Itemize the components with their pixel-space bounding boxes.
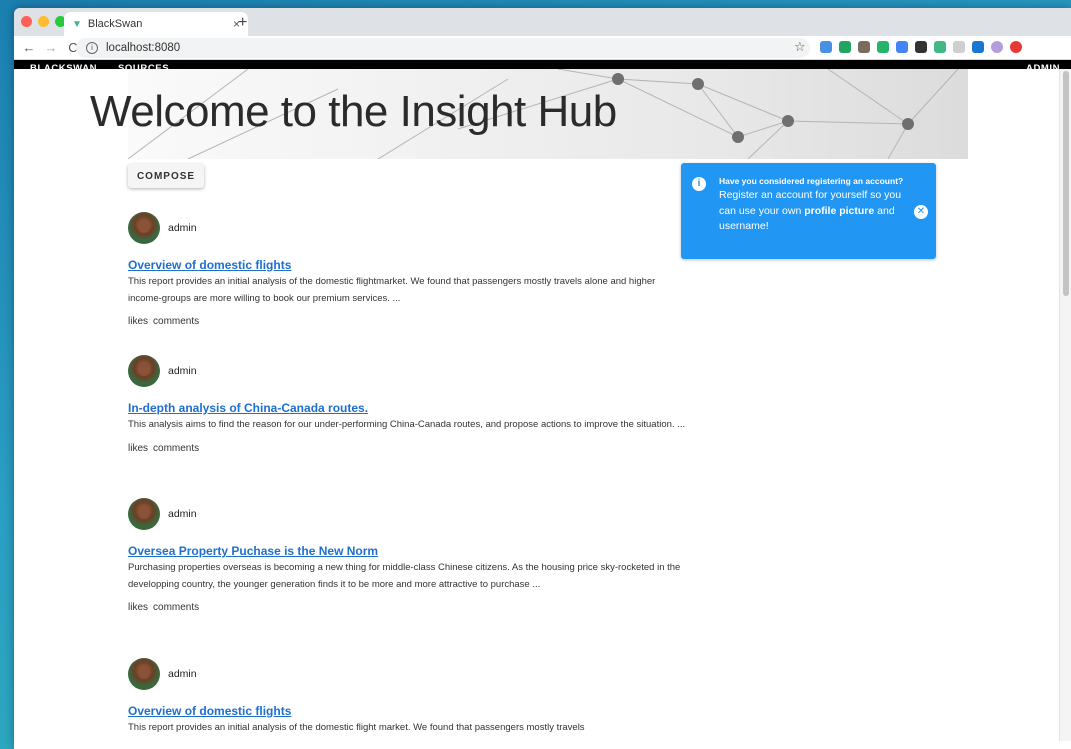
avatar[interactable] [128, 658, 160, 690]
window-controls [21, 16, 66, 27]
back-button[interactable]: ← [22, 40, 36, 55]
extension-icon[interactable] [877, 41, 889, 53]
info-icon[interactable]: i [86, 42, 98, 54]
scrollbar-thumb[interactable] [1063, 71, 1069, 296]
extension-icon[interactable] [972, 41, 984, 53]
post-meta: likes comments [128, 602, 688, 613]
extensions-toolbar [820, 41, 1022, 53]
alert-heading: Have you considered registering an accou… [719, 176, 904, 186]
vue-logo-icon: ▼ [72, 18, 82, 30]
url-text: localhost:8080 [106, 42, 181, 54]
post-meta: likes comments [128, 316, 688, 327]
extension-icon[interactable] [839, 41, 851, 53]
tab-title: BlackSwan [87, 18, 143, 30]
extension-icon[interactable] [1010, 41, 1022, 53]
post-excerpt: This report provides an initial analysis… [128, 722, 585, 733]
comments-link[interactable]: comments [153, 316, 199, 327]
info-icon: i [692, 177, 706, 191]
extension-icon[interactable] [991, 41, 1003, 53]
post-title-link[interactable]: Overview of domestic flights [128, 704, 688, 718]
post-author: admin [128, 354, 688, 388]
likes-link[interactable]: likes [128, 443, 148, 454]
minimize-window-button[interactable] [38, 16, 49, 27]
extension-icon[interactable] [820, 41, 832, 53]
post-item: admin Overview of domestic flights This … [128, 211, 688, 327]
post-title-link[interactable]: Oversea Property Puchase is the New Norm [128, 544, 688, 558]
extension-icon[interactable] [896, 41, 908, 53]
extension-icon[interactable] [953, 41, 965, 53]
post-excerpt: Purchasing properties overseas is becomi… [128, 562, 681, 590]
comments-link[interactable]: comments [153, 443, 199, 454]
bookmark-star-icon[interactable]: ☆ [794, 39, 806, 55]
new-tab-button[interactable]: + [238, 14, 247, 32]
extension-icon[interactable] [934, 41, 946, 53]
close-window-button[interactable] [21, 16, 32, 27]
likes-link[interactable]: likes [128, 316, 148, 327]
post-author: admin [128, 497, 688, 531]
author-name[interactable]: admin [168, 668, 197, 680]
address-bar: ← → C i localhost:8080 ☆ [14, 36, 1071, 60]
page-content: Welcome to the Insight Hub COMPOSE i Hav… [14, 69, 1059, 741]
comments-link[interactable]: comments [153, 602, 199, 613]
alert-body: Register an account for yourself so you … [719, 188, 909, 235]
alert-body-bold: profile picture [804, 204, 875, 217]
post-excerpt: This analysis aims to find the reason fo… [128, 419, 686, 430]
likes-link[interactable]: likes [128, 602, 148, 613]
extension-icon[interactable] [915, 41, 927, 53]
post-excerpt: This report provides an initial analysis… [128, 276, 656, 304]
post-meta: likes comments [128, 443, 688, 454]
avatar[interactable] [128, 212, 160, 244]
post-title-link[interactable]: In-depth analysis of China-Canada routes… [128, 401, 688, 415]
post-item: admin Oversea Property Puchase is the Ne… [128, 497, 688, 613]
author-name[interactable]: admin [168, 222, 197, 234]
close-alert-icon[interactable]: ✕ [914, 205, 928, 219]
avatar[interactable] [128, 498, 160, 530]
register-alert: i Have you considered registering an acc… [681, 163, 936, 259]
forward-button[interactable]: → [44, 40, 58, 55]
page-scrollbar[interactable] [1059, 69, 1071, 741]
post-item: admin In-depth analysis of China-Canada … [128, 354, 688, 454]
post-author: admin [128, 657, 688, 691]
post-author: admin [128, 211, 688, 245]
avatar[interactable] [128, 355, 160, 387]
url-input[interactable]: i localhost:8080 [76, 38, 810, 58]
page-title: Welcome to the Insight Hub [90, 87, 617, 136]
browser-tab[interactable]: ▼ BlackSwan × [64, 12, 248, 36]
tab-bar: ▼ BlackSwan × + [14, 8, 1071, 36]
compose-button[interactable]: COMPOSE [128, 164, 204, 188]
author-name[interactable]: admin [168, 508, 197, 520]
extension-icon[interactable] [858, 41, 870, 53]
author-name[interactable]: admin [168, 365, 197, 377]
post-item: admin Overview of domestic flights This … [128, 657, 688, 737]
post-title-link[interactable]: Overview of domestic flights [128, 258, 688, 272]
